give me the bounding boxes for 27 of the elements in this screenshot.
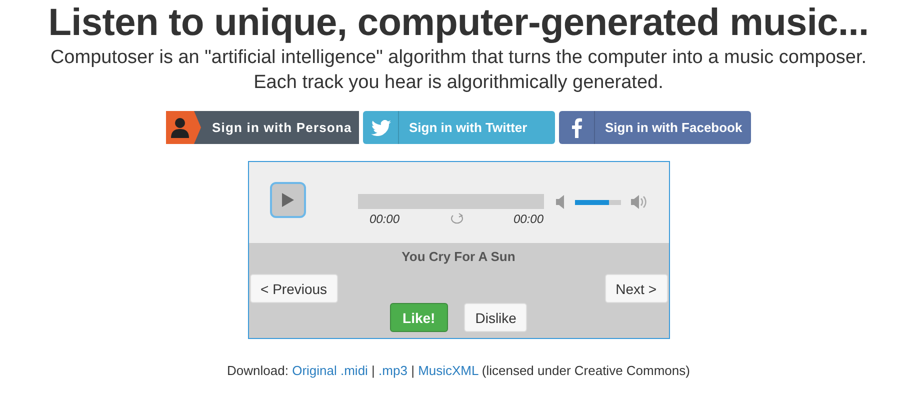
repeat-icon[interactable]	[448, 213, 464, 225]
sign-in-button[interactable]: Sign in with Facebook	[559, 111, 751, 144]
previous-button[interactable]: < Previous	[250, 274, 338, 303]
elapsed-time: 00:00	[370, 212, 400, 226]
next-button[interactable]: Next >	[604, 274, 668, 303]
progress-track[interactable]	[358, 194, 544, 209]
intro-text: Computoser is an "artificial intelligence" algorithm that turns the computer into a music composer.	[50, 46, 867, 70]
download-link[interactable]: Original .midi	[292, 363, 368, 378]
facebook-icon	[572, 118, 582, 138]
play-button[interactable]	[270, 182, 306, 218]
volume-slider[interactable]	[574, 200, 620, 204]
dislike-button[interactable]: Dislike	[464, 303, 528, 332]
download-link[interactable]: MusicXML	[418, 363, 478, 378]
like-button[interactable]: Like!	[390, 303, 448, 332]
track-title: You Cry For A Sun	[402, 249, 516, 264]
bird-icon	[370, 120, 390, 136]
download-line: Download: Original .midi | .mp3 | MusicXML (licensed under Creative Commons)	[227, 363, 690, 378]
speaker-icon[interactable]	[556, 195, 564, 209]
download-link[interactable]: .mp3	[378, 363, 408, 378]
sign-in-button[interactable]: Sign in with Persona	[166, 111, 359, 144]
person-icon	[166, 111, 201, 144]
intro-text: Each track you hear is algorithmically generated.	[254, 71, 664, 95]
play-icon	[282, 193, 294, 207]
sign-in-button[interactable]: Sign in with Twitter	[363, 111, 555, 144]
loud-speaker-icon[interactable]	[630, 195, 648, 209]
page-heading: Listen to unique, computer-generated music...	[48, 2, 869, 45]
duration-time: 00:00	[513, 212, 544, 226]
